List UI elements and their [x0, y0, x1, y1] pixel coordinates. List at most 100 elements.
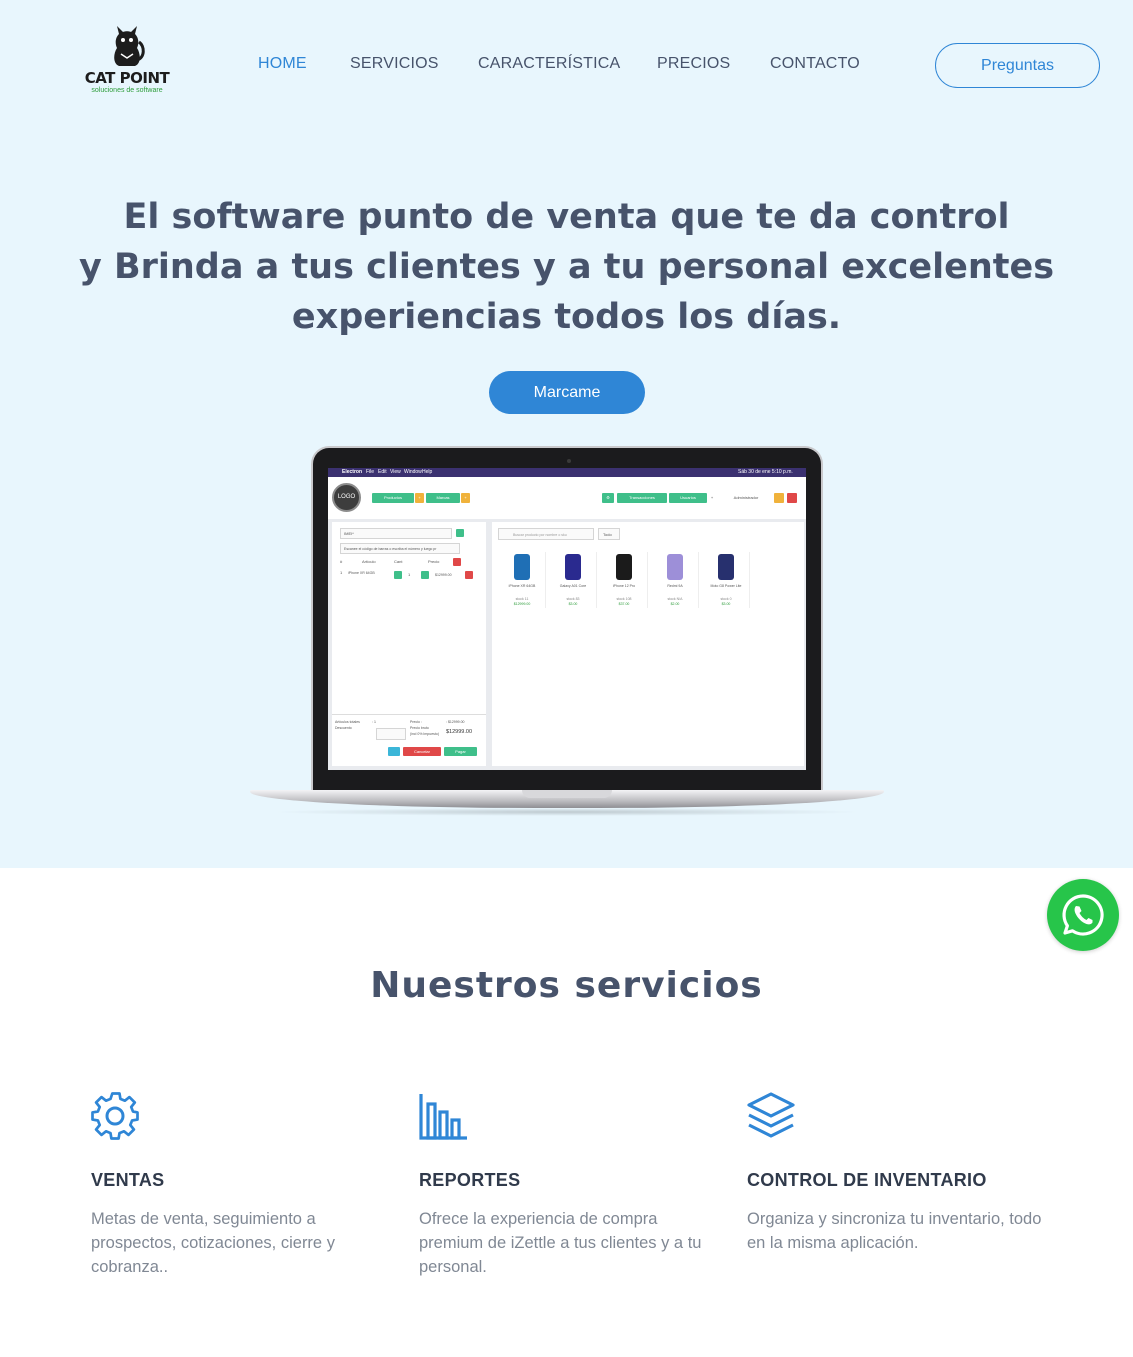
service-description: Organiza y sincroniza tu inventario, tod…	[747, 1210, 1042, 1252]
product-price: $3.00	[568, 602, 578, 606]
layers-icon	[747, 1092, 795, 1138]
service-description: Metas de venta, seguimiento a prospectos…	[91, 1210, 335, 1276]
menubar-item: Help	[422, 469, 433, 475]
cart-header-item: Artículo	[362, 559, 376, 564]
product-price: $2.00	[670, 602, 680, 606]
product-price: $37.00	[618, 602, 630, 606]
pagar-button[interactable]: Pagar	[444, 747, 477, 756]
discount-input[interactable]	[376, 728, 406, 740]
cart-row-item: iPhone XR 64GB	[348, 571, 375, 575]
grand-total: $12999.00	[446, 729, 472, 735]
cancelar-button[interactable]: Cancelar	[403, 747, 441, 756]
brand-name: CAT POINT	[84, 69, 170, 87]
cart-header-num: #	[340, 559, 343, 564]
nav-item-contacto[interactable]: CONTACTO	[770, 55, 860, 73]
product-card[interactable]: Moto G8 Power Lite stock 0 $3.00	[702, 552, 750, 608]
menubar-clock: Sáb 30 de ene 5:10 p.m.	[738, 469, 793, 475]
nav-item-servicios[interactable]: SERVICIOS	[350, 55, 439, 73]
menubar-item: File	[366, 469, 375, 475]
service-title: REPORTES	[419, 1170, 521, 1190]
category-filter-value: Todo	[603, 532, 612, 537]
cat-logo-icon	[114, 26, 145, 66]
product-name: iPhone 12 Pro	[612, 584, 636, 588]
qty-plus-button[interactable]	[421, 571, 429, 579]
refresh-button[interactable]	[774, 493, 784, 503]
hero-title-line: experiencias todos los días.	[291, 297, 842, 337]
transacciones-button[interactable]: Transacciones	[617, 493, 667, 503]
product-card[interactable]: Galaxy A01 Core stock 83 $3.00	[549, 552, 597, 608]
service-card-ventas: VENTAS Metas de venta, seguimiento a pro…	[91, 1090, 391, 1279]
add-product-button[interactable]: +	[415, 493, 424, 503]
product-image	[616, 554, 632, 580]
usuarios-button[interactable]: Usuarios	[669, 493, 707, 503]
tax-label: (incl 0% Impuesto)	[410, 732, 439, 736]
barcode-input[interactable]: Escanee el código de barras o escriba el…	[340, 543, 460, 554]
nav-item-precios[interactable]: PRECIOS	[657, 55, 730, 73]
product-image	[565, 554, 581, 580]
whatsapp-button[interactable]	[1047, 879, 1119, 951]
brand-logo[interactable]: CAT POINT soluciones de software	[84, 24, 170, 104]
price-value: : $12999.00	[446, 720, 465, 724]
product-stock: stock 0	[720, 597, 732, 601]
add-brand-button[interactable]: +	[461, 493, 470, 503]
menubar-app: Electron	[342, 469, 363, 475]
settings-button[interactable]: ⚙	[602, 493, 614, 503]
menubar-item: Window	[404, 469, 422, 475]
barcode-placeholder: Escanee el código de barras o escriba el…	[344, 547, 437, 551]
laptop-shadow	[270, 808, 864, 816]
product-card[interactable]: Redmi 9A stock N/A $2.00	[651, 552, 699, 608]
products-panel: Buscar producto por nombre o sku Todo iP…	[492, 522, 804, 766]
product-name: iPhone XR 64GB	[508, 584, 536, 588]
pos-app-screenshot: Electron File Edit View Window Help Sáb …	[328, 468, 806, 770]
app-logo-text: LOGO	[337, 494, 356, 500]
product-image	[667, 554, 683, 580]
hero-title-line: y Brinda a tus clientes y a tu personal …	[78, 247, 1055, 287]
cart-row-num: 1	[340, 570, 343, 575]
preguntas-button[interactable]: Preguntas	[935, 43, 1100, 88]
totals-divider	[332, 714, 486, 715]
add-user-button[interactable]: +	[708, 493, 716, 503]
add-client-button[interactable]	[456, 529, 464, 537]
service-description: Ofrece la experiencia de compra premium …	[419, 1210, 702, 1276]
nav-item-home[interactable]: HOME	[258, 55, 307, 73]
product-card[interactable]: iPhone XR 64GB stock 11 $12999.00	[498, 552, 546, 608]
product-price: $3.00	[721, 602, 731, 606]
camera-dot	[567, 459, 571, 463]
product-name: Galaxy A01 Core	[559, 584, 587, 588]
client-select[interactable]: IMEI*	[340, 528, 452, 539]
nav-item-caracteristica[interactable]: CARACTERÍSTICA	[478, 55, 620, 73]
product-stock: stock 11	[515, 597, 529, 601]
product-search-input[interactable]: Buscar producto por nombre o sku	[498, 528, 594, 540]
product-image	[718, 554, 734, 580]
marcas-button[interactable]: Marcas	[426, 493, 460, 503]
product-image	[514, 554, 530, 580]
hero-title: El software punto de venta que te da con…	[60, 192, 1073, 342]
product-search-placeholder: Buscar producto por nombre o sku	[513, 533, 567, 537]
cart-header-price: Precio	[428, 559, 440, 564]
qty-minus-button[interactable]	[394, 571, 402, 579]
cart-row-price: $12999.00	[435, 573, 452, 577]
service-title: CONTROL DE INVENTARIO	[747, 1170, 987, 1190]
laptop-lid: Electron File Edit View Window Help Sáb …	[311, 446, 823, 792]
product-name: Moto G8 Power Lite	[710, 584, 742, 588]
logout-button[interactable]	[787, 493, 797, 503]
cart-panel: IMEI* Escanee el código de barras o escr…	[332, 522, 486, 766]
product-card[interactable]: iPhone 12 Pro stock 108 $37.00	[600, 552, 648, 608]
brand-tagline: soluciones de software	[91, 87, 163, 94]
product-stock: stock N/A	[667, 597, 683, 601]
app-toolbar: LOGO Productos + Marcas + ⚙ Transaccione…	[328, 477, 806, 519]
services-title: Nuestros servicios	[370, 965, 763, 1006]
marcame-button[interactable]: Marcame	[489, 371, 645, 414]
product-price: $12999.00	[513, 602, 531, 606]
whatsapp-icon	[1062, 894, 1104, 936]
service-card-reportes: REPORTES Ofrece la experiencia de compra…	[419, 1090, 719, 1279]
menubar-item: View	[390, 469, 401, 475]
laptop-mockup: Electron File Edit View Window Help Sáb …	[250, 446, 884, 826]
category-filter[interactable]: Todo	[598, 528, 620, 540]
client-select-value: IMEI*	[344, 531, 354, 536]
items-total-value: : 1	[372, 720, 376, 724]
productos-button[interactable]: Productos	[372, 493, 414, 503]
print-button[interactable]	[388, 747, 400, 756]
remove-item-button[interactable]	[465, 571, 473, 579]
clear-cart-button[interactable]	[453, 558, 461, 566]
